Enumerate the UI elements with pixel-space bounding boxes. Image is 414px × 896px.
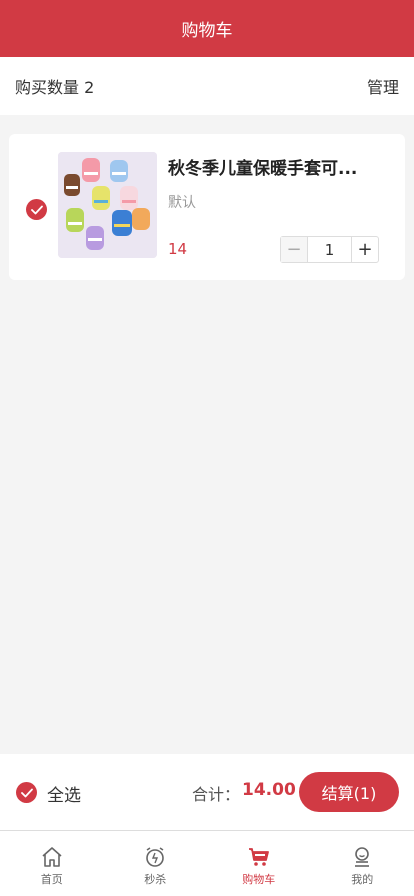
- checkmark-icon: [30, 205, 43, 214]
- tab-flash-sale[interactable]: 秒杀: [104, 831, 208, 896]
- item-select-checkbox[interactable]: [26, 199, 47, 220]
- cart-icon: [248, 848, 269, 866]
- home-icon: [42, 847, 62, 867]
- tab-cart[interactable]: 购物车: [207, 831, 311, 896]
- manage-button[interactable]: 管理: [367, 74, 399, 98]
- header-bar: 购物车: [0, 0, 414, 57]
- product-image[interactable]: [58, 152, 157, 258]
- tab-label: 秒杀: [144, 873, 167, 886]
- tab-label: 购物车: [242, 873, 276, 886]
- total-label: 合计：: [192, 785, 241, 804]
- increase-quantity-button[interactable]: +: [351, 237, 378, 262]
- tab-profile[interactable]: 我的: [311, 831, 414, 896]
- product-price: 14: [168, 240, 188, 258]
- checkmark-icon: [20, 788, 33, 797]
- cart-summary-bar: 购买数量 2 管理: [0, 57, 414, 115]
- product-title[interactable]: 秋冬季儿童保暖手套可...: [168, 154, 393, 179]
- tab-label: 我的: [351, 873, 374, 886]
- tab-home[interactable]: 首页: [0, 831, 104, 896]
- cart-item: 秋冬季儿童保暖手套可... 默认 14 − 1 +: [9, 134, 405, 280]
- checkout-button[interactable]: 结算(1): [299, 772, 399, 812]
- decrease-quantity-button[interactable]: −: [281, 237, 308, 262]
- page-title: 购物车: [181, 21, 233, 41]
- user-icon: [355, 847, 370, 867]
- bottom-tab-bar: 首页 秒杀 购物车 我的: [0, 830, 414, 896]
- select-all-checkbox[interactable]: [16, 782, 37, 803]
- select-all-label[interactable]: 全选: [47, 781, 81, 806]
- quantity-value[interactable]: 1: [308, 237, 351, 262]
- product-spec: 默认: [168, 195, 196, 211]
- quantity-stepper: − 1 +: [280, 236, 379, 263]
- checkout-bar: 全选 合计： 14.00 结算(1): [0, 754, 414, 830]
- total-value: 14.00: [242, 780, 296, 800]
- tab-label: 首页: [40, 873, 63, 886]
- alarm-clock-icon: [146, 847, 165, 867]
- purchase-count: 购买数量 2: [15, 78, 95, 97]
